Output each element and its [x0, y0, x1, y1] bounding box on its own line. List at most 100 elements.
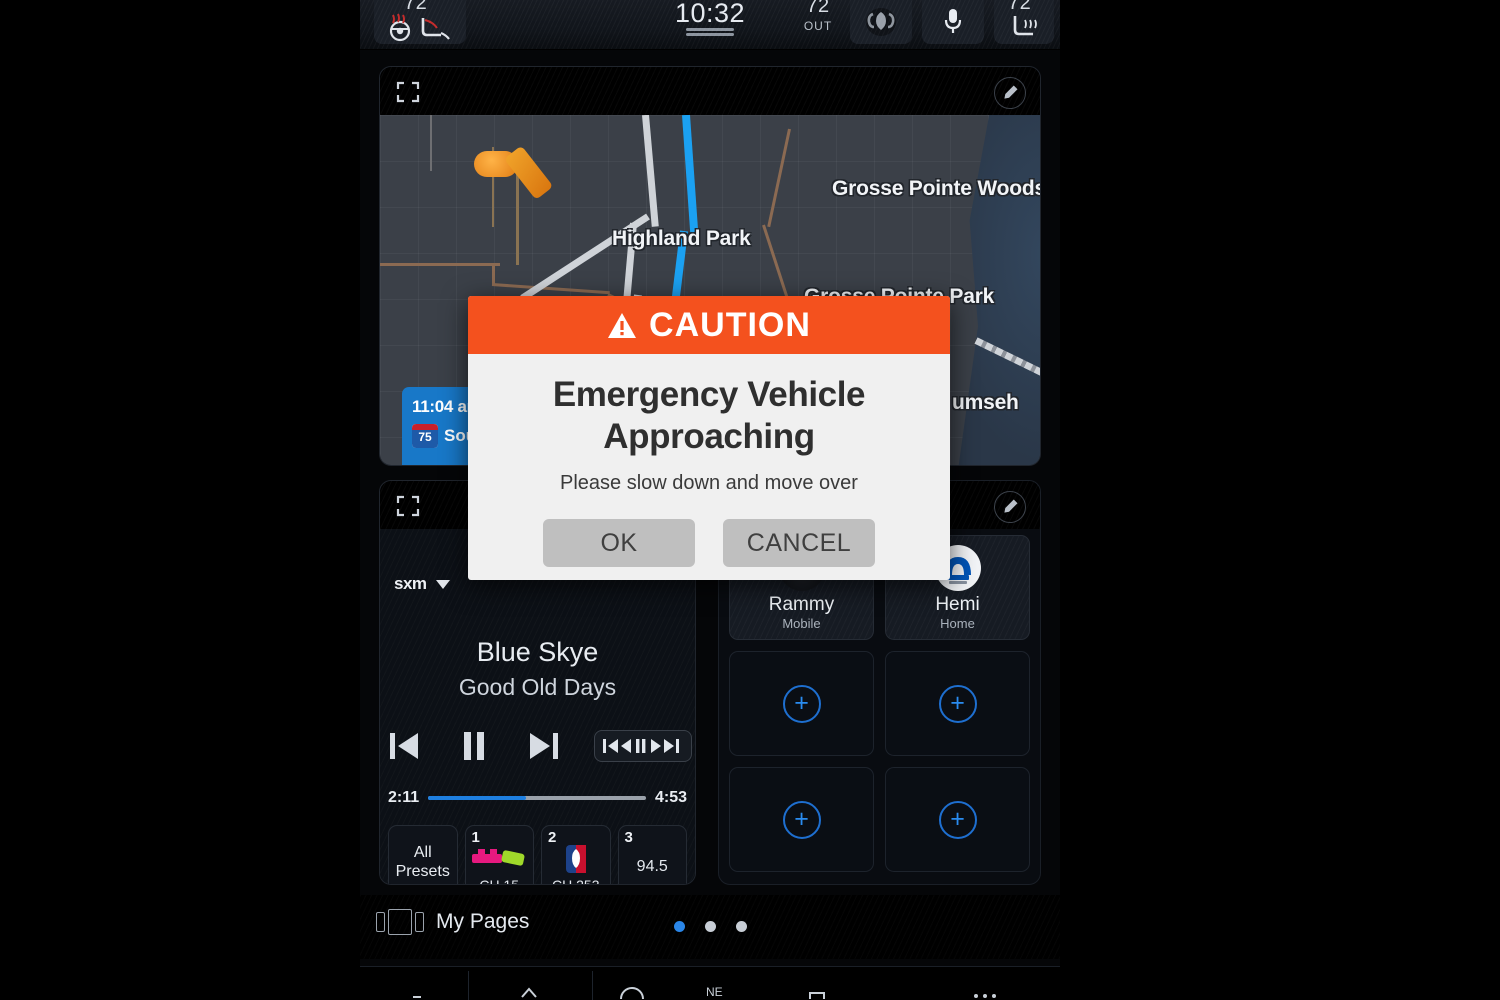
- nav-item-home[interactable]: [518, 985, 540, 1000]
- interstate-shield-icon: 75: [412, 424, 438, 448]
- transport-controls: [380, 721, 695, 771]
- map-label: umseh: [952, 391, 1019, 414]
- duration-time: 4:53: [654, 789, 687, 806]
- page-dot-3[interactable]: [735, 921, 747, 932]
- microphone-icon: [944, 9, 962, 33]
- seek-group[interactable]: [593, 730, 692, 762]
- media-icon: [809, 992, 825, 1000]
- preset-number: 1: [471, 829, 480, 846]
- page-dot-1[interactable]: [673, 921, 685, 932]
- dialog-heading: Emergency Vehicle Approaching: [552, 375, 866, 456]
- ram-logo-button[interactable]: [850, 0, 912, 44]
- contact-name: Rammy: [768, 593, 835, 615]
- preset-row: All Presets 1 CH 15 2 CH 253 3 94.5: [388, 825, 687, 885]
- outside-temp-tile: 72 OUT: [778, 0, 858, 33]
- contact-subtitle: Mobile: [782, 615, 821, 631]
- preset-all-button[interactable]: All Presets: [388, 825, 458, 884]
- add-contact-slot[interactable]: +: [729, 767, 874, 872]
- nav-divider: [468, 971, 469, 1000]
- heated-steering-wheel-icon: [389, 13, 450, 42]
- next-track-icon: [529, 733, 558, 759]
- preset-channel: CH 253: [552, 877, 600, 885]
- dialog-actions: OK CANCEL: [490, 519, 928, 567]
- map-road-minor: [492, 263, 495, 285]
- next-track-button[interactable]: [524, 727, 564, 765]
- warning-triangle-icon: [608, 312, 637, 338]
- add-contact-slot[interactable]: +: [885, 767, 1030, 872]
- plus-icon: +: [782, 800, 821, 839]
- voice-command-button[interactable]: [922, 0, 984, 44]
- passenger-climate-tile[interactable]: 72: [994, 0, 1054, 44]
- expand-icon[interactable]: [396, 495, 420, 517]
- driver-temp: 72: [404, 0, 428, 14]
- previous-track-icon: [389, 733, 418, 759]
- passenger-temp: 72: [1008, 0, 1032, 14]
- nba-logo-icon: [565, 845, 586, 873]
- preset-all-label: All Presets: [395, 844, 450, 880]
- dialog-body: Emergency Vehicle Approaching Please slo…: [468, 354, 950, 567]
- plus-icon: +: [938, 800, 977, 839]
- preset-1[interactable]: 1 CH 15: [464, 825, 534, 885]
- outside-temp-label: OUT: [803, 19, 833, 33]
- plus-icon: +: [938, 684, 977, 723]
- ok-button[interactable]: OK: [543, 519, 695, 567]
- contact-name: Hemi: [935, 593, 980, 615]
- progress-fill: [428, 796, 527, 800]
- clock-underline: [686, 28, 734, 31]
- edit-pencil-icon: [1004, 85, 1018, 99]
- preset-3[interactable]: 3 94.5: [617, 825, 687, 884]
- faction-logo-icon: [472, 849, 525, 866]
- compass-heading: NE: [706, 985, 723, 999]
- map-road-minor: [380, 263, 500, 266]
- volume-icon: [413, 996, 421, 998]
- interstate-number: 75: [418, 430, 432, 444]
- preset-channel: CH 15: [479, 877, 520, 885]
- dialog-header: CAUTION: [468, 296, 950, 354]
- phone-edit-button[interactable]: [994, 491, 1026, 523]
- more-dots-icon: [974, 994, 996, 998]
- add-contact-slot[interactable]: +: [729, 651, 874, 756]
- nav-item-nav[interactable]: [612, 985, 652, 1000]
- page-dot-2[interactable]: [704, 921, 716, 932]
- media-source-label: sxm: [394, 574, 427, 593]
- outside-temp-value: 72: [806, 0, 830, 17]
- plus-icon: +: [782, 684, 821, 723]
- map-label: Grosse Pointe Woods: [832, 177, 1041, 200]
- pause-button[interactable]: [454, 727, 494, 765]
- nav-item-more[interactable]: [970, 985, 1000, 1000]
- media-panel-body: sxm Blue Skye Good Old Days 2:11 4:53 Al…: [380, 529, 695, 884]
- media-source-selector[interactable]: sxm: [394, 574, 450, 594]
- heated-seat-right-icon: [1013, 16, 1037, 36]
- my-pages-bar: My Pages: [360, 895, 1060, 959]
- phone-favorites-grid: Rammy Mobile Hemi Home + + + +: [729, 535, 1030, 872]
- ram-logo-icon: [866, 8, 896, 36]
- home-icon: [521, 987, 537, 998]
- map-label: Highland Park: [612, 227, 751, 250]
- progress-slider[interactable]: [428, 796, 646, 800]
- map-panel-header: [380, 67, 1040, 115]
- preset-number: 3: [624, 829, 633, 846]
- nav-item-media[interactable]: [806, 985, 828, 1000]
- map-edit-button[interactable]: [994, 77, 1026, 109]
- preset-2[interactable]: 2 CH 253: [541, 825, 611, 885]
- nav-divider: [592, 971, 593, 1000]
- track-title: Blue Skye: [476, 637, 599, 667]
- nav-item-volume[interactable]: [410, 985, 432, 1000]
- driver-climate-tile[interactable]: 72: [374, 0, 466, 44]
- expand-icon[interactable]: [396, 81, 420, 103]
- caution-dialog[interactable]: CAUTION Emergency Vehicle Approaching Pl…: [468, 296, 950, 580]
- preset-number: 2: [548, 829, 557, 846]
- track-subtitle: Good Old Days: [458, 674, 617, 700]
- cancel-button[interactable]: CANCEL: [723, 519, 875, 567]
- pause-icon: [463, 732, 484, 760]
- compass-circle-icon: [620, 987, 644, 1000]
- status-bar: 72 10:32 72 OUT 72: [360, 0, 1060, 50]
- add-contact-slot[interactable]: +: [885, 651, 1030, 756]
- previous-track-button[interactable]: [384, 727, 424, 765]
- page-indicator-dots: [360, 921, 1060, 932]
- media-progress-row: 2:11 4:53: [380, 787, 695, 809]
- seek-group-icon: [602, 739, 679, 753]
- chevron-down-icon: [435, 579, 450, 589]
- dialog-message: Please slow down and move over: [560, 472, 858, 494]
- dialog-title: CAUTION: [649, 305, 811, 344]
